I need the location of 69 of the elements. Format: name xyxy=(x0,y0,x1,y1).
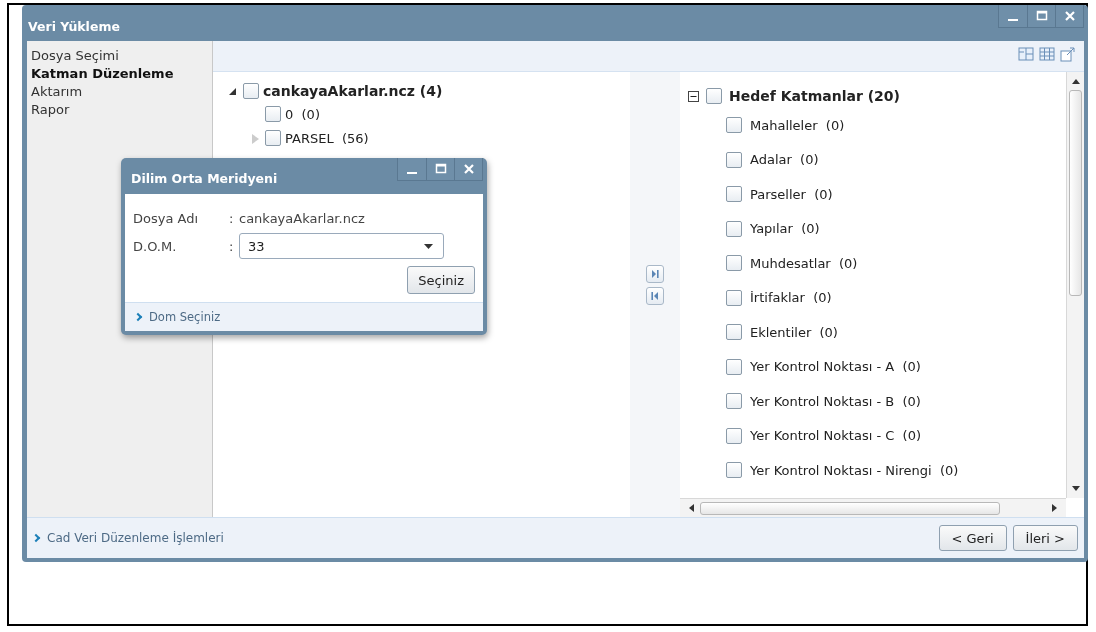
tree-item[interactable]: 0 (0) xyxy=(285,106,320,122)
checkbox[interactable] xyxy=(726,255,742,272)
tree-item[interactable]: Adalar (0) xyxy=(750,152,819,168)
move-right-button[interactable] xyxy=(646,264,664,283)
tree-item[interactable]: Yapılar (0) xyxy=(750,221,820,237)
maximize-icon xyxy=(434,163,447,175)
footer-link[interactable]: Cad Veri Düzenleme İşlemleri xyxy=(47,531,224,545)
select-button[interactable]: Seçiniz xyxy=(407,266,475,294)
tree-item[interactable]: Yer Kontrol Noktası - A (0) xyxy=(750,359,921,375)
dropdown-arrow-icon xyxy=(424,243,433,249)
checkbox[interactable] xyxy=(726,462,742,479)
checkbox[interactable] xyxy=(726,324,742,341)
minimize-icon xyxy=(1008,19,1018,21)
scroll-down-icon[interactable] xyxy=(1071,486,1080,492)
scroll-right-icon[interactable] xyxy=(1052,504,1058,512)
tree-item[interactable]: PARSEL (56) xyxy=(285,130,369,146)
close-icon xyxy=(462,163,475,175)
tree-item[interactable]: Yer Kontrol Noktası - C (0) xyxy=(750,428,921,444)
skip-right-icon xyxy=(650,268,660,279)
checkbox[interactable] xyxy=(726,151,742,168)
checkbox[interactable] xyxy=(726,289,742,306)
external-window-icon[interactable] xyxy=(1060,46,1076,62)
tree-item[interactable]: Yer Kontrol Noktası - B (0) xyxy=(750,393,921,409)
close-icon xyxy=(1063,10,1076,22)
field-value: cankayaAkarlar.ncz xyxy=(239,210,365,226)
dropdown-value: 33 xyxy=(248,238,265,254)
sidebar-item[interactable]: Katman Düzenleme xyxy=(31,65,212,83)
field-label: Dosya Adı xyxy=(133,210,200,226)
checkbox[interactable] xyxy=(265,130,281,146)
collapse-icon[interactable] xyxy=(688,90,699,102)
sidebar-item[interactable]: Aktarım xyxy=(31,83,212,101)
checkbox[interactable] xyxy=(726,117,742,134)
maximize-icon xyxy=(1035,10,1048,22)
sidebar-item[interactable]: Dosya Seçimi xyxy=(31,47,212,65)
tree-item[interactable]: İrtifaklar (0) xyxy=(750,290,832,306)
checkbox[interactable] xyxy=(726,427,742,444)
scroll-up-icon[interactable] xyxy=(1071,78,1080,84)
checkbox[interactable] xyxy=(726,220,742,237)
vertical-scrollbar[interactable] xyxy=(1066,72,1084,498)
dropdown-field[interactable]: 33 xyxy=(239,233,444,259)
nav-button[interactable]: İleri > xyxy=(1012,525,1078,551)
window-title: Veri Yükleme xyxy=(28,19,120,34)
separator: : xyxy=(229,238,235,254)
separator: : xyxy=(229,210,235,226)
checkbox[interactable] xyxy=(726,393,742,410)
checkbox[interactable] xyxy=(243,83,259,99)
skip-left-icon xyxy=(650,290,660,301)
horizontal-scrollbar[interactable] xyxy=(680,498,1066,517)
tree-item[interactable]: Eklentiler (0) xyxy=(750,324,838,340)
checkbox[interactable] xyxy=(706,88,722,104)
checkbox[interactable] xyxy=(265,106,281,122)
field-label: D.O.M. xyxy=(133,238,178,254)
tree-item[interactable]: Parseller (0) xyxy=(750,186,833,202)
grid-view-icon[interactable] xyxy=(1018,46,1034,62)
tree-item[interactable]: Mahalleler (0) xyxy=(750,117,845,133)
move-left-button[interactable] xyxy=(646,286,664,305)
footer-link[interactable]: Dom Seçiniz xyxy=(149,310,221,324)
nav-button[interactable]: < Geri xyxy=(938,525,1007,551)
tree-item[interactable]: Muhdesatlar (0) xyxy=(750,255,858,271)
checkbox[interactable] xyxy=(726,358,742,375)
tree-item[interactable]: Hedef Katmanlar (20) xyxy=(729,88,900,104)
scroll-left-icon[interactable] xyxy=(688,504,694,512)
tree-item[interactable]: Yer Kontrol Noktası - Nirengi (0) xyxy=(750,462,959,478)
dialog-title: Dilim Orta Meridyeni xyxy=(131,171,278,186)
minimize-icon xyxy=(407,172,417,174)
tree-item[interactable]: cankayaAkarlar.ncz (4) xyxy=(263,83,443,99)
sidebar-item[interactable]: Rapor xyxy=(31,101,212,119)
table-icon[interactable] xyxy=(1039,46,1055,62)
checkbox[interactable] xyxy=(726,186,742,203)
